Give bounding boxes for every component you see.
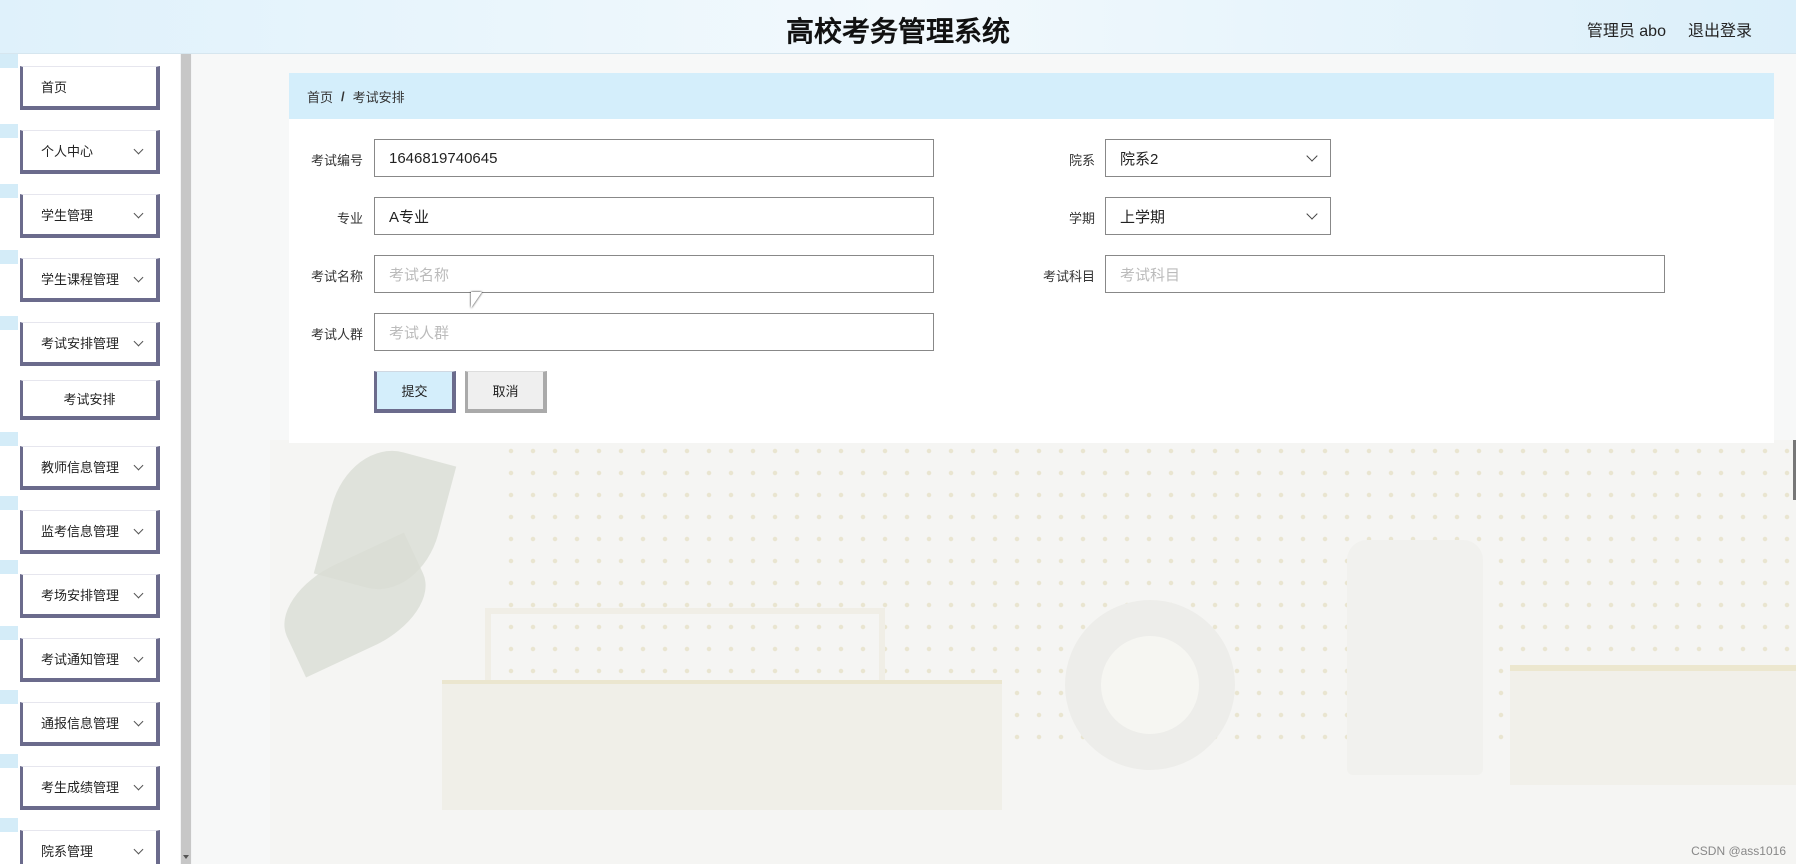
breadcrumb: 首页 / 考试安排 bbox=[289, 73, 1774, 119]
box-decoration bbox=[442, 680, 1002, 810]
exam-group-input[interactable]: 考试人群 bbox=[374, 313, 934, 351]
chevron-down-icon bbox=[133, 588, 144, 599]
sidebar-item-teacher-info[interactable]: 教师信息管理 bbox=[20, 446, 160, 490]
sidebar-item-bulletin[interactable]: 通报信息管理 bbox=[20, 702, 160, 746]
exam-subject-input[interactable]: 考试科目 bbox=[1105, 255, 1665, 293]
sidebar-item-exam-notice[interactable]: 考试通知管理 bbox=[20, 638, 160, 682]
sidebar-accent bbox=[0, 496, 18, 510]
chevron-down-icon bbox=[133, 272, 144, 283]
sidebar-item-exam-room[interactable]: 考场安排管理 bbox=[20, 574, 160, 618]
exam-name-input[interactable]: 考试名称 bbox=[374, 255, 934, 293]
sidebar-item-label: 学生课程管理 bbox=[41, 272, 120, 287]
watermark: CSDN @ass1016 bbox=[1691, 844, 1786, 858]
breadcrumb-current: 考试安排 bbox=[352, 89, 405, 105]
sidebar-item-label: 个人中心 bbox=[41, 144, 94, 159]
exam-group-label: 考试人群 bbox=[310, 327, 363, 342]
book-decoration bbox=[1510, 665, 1796, 785]
submit-button[interactable]: 提交 bbox=[374, 371, 456, 413]
sidebar-item-label: 教师信息管理 bbox=[41, 460, 120, 475]
sidebar-item-label: 监考信息管理 bbox=[41, 524, 120, 539]
sidebar-item-label: 考场安排管理 bbox=[41, 588, 120, 603]
sidebar-item-label: 院系管理 bbox=[41, 844, 94, 859]
sidebar: 首页 个人中心 学生管理 学生课程管理 考试安排管理 考试安排 教师信息管理 监… bbox=[0, 54, 180, 864]
sidebar-item-label: 考试通知管理 bbox=[41, 652, 120, 667]
tray-decoration bbox=[485, 608, 885, 680]
exam-no-value: 1646819740645 bbox=[389, 149, 498, 167]
exam-subject-placeholder: 考试科目 bbox=[1120, 266, 1181, 284]
top-header: 高校考务管理系统 管理员 abo 退出登录 bbox=[0, 0, 1796, 54]
sidebar-item-invigilation-info[interactable]: 监考信息管理 bbox=[20, 510, 160, 554]
sidebar-accent bbox=[0, 432, 18, 446]
sidebar-item-label: 考试安排管理 bbox=[41, 336, 120, 351]
exam-group-placeholder: 考试人群 bbox=[389, 324, 450, 342]
sidebar-item-label: 考生成绩管理 bbox=[41, 780, 120, 795]
cylinder-decoration bbox=[1347, 540, 1483, 775]
chevron-down-icon bbox=[1306, 208, 1318, 220]
chevron-down-icon bbox=[133, 144, 144, 155]
scroll-down-icon[interactable] bbox=[183, 855, 189, 859]
sidebar-item-label: 考试安排 bbox=[63, 392, 116, 407]
chevron-down-icon bbox=[133, 524, 144, 535]
sidebar-accent bbox=[0, 124, 18, 138]
semester-select[interactable]: 上学期 bbox=[1105, 197, 1331, 235]
chevron-down-icon bbox=[133, 780, 144, 791]
sidebar-item-exam-arrangement-management[interactable]: 考试安排管理 bbox=[20, 322, 160, 366]
tape-roll-decoration bbox=[1065, 600, 1235, 770]
sidebar-accent bbox=[0, 54, 18, 68]
sidebar-item-department[interactable]: 院系管理 bbox=[20, 830, 160, 864]
sidebar-item-home[interactable]: 首页 bbox=[20, 66, 160, 110]
chevron-down-icon bbox=[133, 336, 144, 347]
app-title: 高校考务管理系统 bbox=[785, 15, 1010, 48]
admin-username[interactable]: 管理员 abo bbox=[1587, 17, 1666, 41]
sidebar-item-scores[interactable]: 考生成绩管理 bbox=[20, 766, 160, 810]
sidebar-accent bbox=[0, 818, 18, 832]
chevron-down-icon bbox=[133, 208, 144, 219]
sidebar-item-student-course[interactable]: 学生课程管理 bbox=[20, 258, 160, 302]
plant-leaf-decoration bbox=[313, 440, 457, 602]
chevron-down-icon bbox=[133, 716, 144, 727]
sidebar-accent bbox=[0, 250, 18, 264]
sidebar-item-label: 通报信息管理 bbox=[41, 716, 120, 731]
exam-name-label: 考试名称 bbox=[310, 269, 363, 284]
sidebar-subitem-exam-arrangement[interactable]: 考试安排 bbox=[20, 380, 160, 420]
chevron-down-icon bbox=[133, 844, 144, 855]
exam-subject-label: 考试科目 bbox=[1042, 269, 1095, 284]
sidebar-item-label: 学生管理 bbox=[41, 208, 94, 223]
semester-label: 学期 bbox=[1068, 211, 1095, 226]
sidebar-accent bbox=[0, 754, 18, 768]
exam-name-placeholder: 考试名称 bbox=[389, 266, 450, 284]
major-input[interactable]: A专业 bbox=[374, 197, 934, 235]
form-panel: 首页 / 考试安排 考试编号 1646819740645 院系 院系2 专业 A… bbox=[289, 73, 1774, 443]
sidebar-accent bbox=[0, 316, 18, 330]
logout-link[interactable]: 退出登录 bbox=[1688, 17, 1752, 41]
semester-value: 上学期 bbox=[1120, 208, 1166, 226]
department-select[interactable]: 院系2 bbox=[1105, 139, 1331, 177]
exam-no-label: 考试编号 bbox=[310, 153, 363, 168]
sidebar-accent bbox=[0, 560, 18, 574]
breadcrumb-home[interactable]: 首页 bbox=[307, 87, 333, 106]
sidebar-accent bbox=[0, 690, 18, 704]
exam-no-input[interactable]: 1646819740645 bbox=[374, 139, 934, 177]
sidebar-scrollbar[interactable] bbox=[181, 54, 191, 864]
department-value: 院系2 bbox=[1120, 150, 1159, 168]
major-label: 专业 bbox=[336, 211, 363, 226]
major-value: A专业 bbox=[389, 208, 430, 226]
department-label: 院系 bbox=[1068, 153, 1095, 168]
sidebar-item-personal-center[interactable]: 个人中心 bbox=[20, 130, 160, 174]
sidebar-item-label: 首页 bbox=[41, 80, 68, 95]
mouse-cursor-icon bbox=[471, 292, 482, 308]
header-user-area: 管理员 abo 退出登录 bbox=[1587, 17, 1752, 41]
sidebar-item-student-management[interactable]: 学生管理 bbox=[20, 194, 160, 238]
chevron-down-icon bbox=[133, 652, 144, 663]
sidebar-accent bbox=[0, 184, 18, 198]
cancel-button[interactable]: 取消 bbox=[465, 371, 547, 413]
background-image bbox=[270, 440, 1796, 864]
breadcrumb-separator: / bbox=[341, 88, 345, 104]
sidebar-accent bbox=[0, 626, 18, 640]
chevron-down-icon bbox=[133, 460, 144, 471]
chevron-down-icon bbox=[1306, 150, 1318, 162]
